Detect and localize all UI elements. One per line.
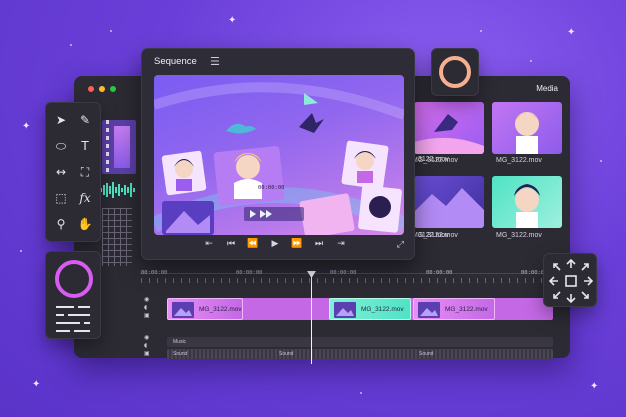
sparkle-dot xyxy=(360,392,362,394)
maximize-dot[interactable] xyxy=(110,86,116,92)
sparkle-dot xyxy=(70,44,72,46)
clip-label: MG_3122.mov xyxy=(199,306,242,313)
film-strip xyxy=(102,120,136,174)
sparkle-icon: ✦ xyxy=(228,15,237,26)
close-dot[interactable] xyxy=(88,86,94,92)
playback-controls: ⇤ ⏮ ⏪ ▶ ⏩ ⏭ ⇥ xyxy=(202,239,348,249)
image-icon xyxy=(334,302,356,318)
viewer-timecode: 00:00:00 xyxy=(258,185,285,191)
hand-icon[interactable]: ✋ xyxy=(76,215,94,233)
lock-icon[interactable]: ▣ xyxy=(144,312,150,320)
eye-icon[interactable]: ◉ xyxy=(144,334,150,342)
play-icon[interactable]: ▶ xyxy=(268,239,282,249)
timecode: 00:00:00 xyxy=(426,270,453,276)
music-track[interactable]: Music xyxy=(167,337,553,347)
select-icon[interactable]: ➤ xyxy=(52,111,70,129)
grid-decoration xyxy=(102,208,132,266)
crop-icon[interactable]: ⛶ xyxy=(76,163,94,181)
media-panel-title: Media xyxy=(536,84,558,93)
skip-back-icon[interactable]: ⏮ xyxy=(224,239,238,249)
record-panel xyxy=(431,48,479,96)
text-icon[interactable]: T xyxy=(76,137,94,155)
sparkle-icon: ✦ xyxy=(567,27,576,38)
media-thumb-3[interactable] xyxy=(414,176,484,228)
media-thumb-4[interactable] xyxy=(492,176,562,228)
timeline-clip-2[interactable]: MG_3122.mov xyxy=(329,298,411,320)
media-grid: MG_3122.mov MG_3122.mov MG_3122.mov MG_3… xyxy=(412,102,562,252)
record-ring-icon[interactable] xyxy=(439,56,471,88)
image-icon xyxy=(418,302,440,318)
pen-icon[interactable]: ✎ xyxy=(76,111,94,129)
waveform-icon xyxy=(100,182,135,198)
trim-right-icon[interactable]: ⇥ xyxy=(334,239,348,249)
pin-icon[interactable]: ⚲ xyxy=(52,215,70,233)
timeline-ruler[interactable] xyxy=(141,278,553,283)
sparkle-dot xyxy=(530,60,532,62)
sequence-window: Sequence ☰ 00:00:00 ⇤ ⏮ ⏪ ▶ ⏩ ⏭ ⇥ ⤢ xyxy=(141,48,415,260)
resize-icon[interactable]: ↔ xyxy=(52,163,70,181)
media-label-partial: 3122.mov xyxy=(418,232,449,239)
rewind-icon[interactable]: ⏪ xyxy=(246,239,260,249)
color-panel xyxy=(45,251,101,339)
transform-panel xyxy=(543,253,597,307)
fast-forward-icon[interactable]: ⏩ xyxy=(290,239,304,249)
timeline-clip-1[interactable]: MG_3122.mov xyxy=(167,298,243,320)
eye-icon[interactable]: ◉ xyxy=(144,296,150,304)
expand-icon[interactable]: ⤢ xyxy=(397,240,404,250)
trim-left-icon[interactable]: ⇤ xyxy=(202,239,216,249)
playhead[interactable] xyxy=(311,276,312,364)
media-label-partial: 3122.mov xyxy=(418,156,449,163)
timeline-clip-3[interactable]: MG_3122.mov xyxy=(413,298,495,320)
sound-track[interactable]: Sound Sound Sound xyxy=(167,349,553,359)
media-label-2: MG_3122.mov xyxy=(496,157,542,164)
transform-icon[interactable] xyxy=(544,254,598,308)
sparkle-dot xyxy=(600,160,602,162)
sparkle-dot xyxy=(110,30,112,32)
sound-label: Sound xyxy=(419,351,434,357)
audio-icon[interactable]: ◖ xyxy=(144,342,150,350)
clip-label: MG_3122.mov xyxy=(445,306,488,313)
sliders-icon[interactable] xyxy=(56,304,92,334)
sparkle-dot xyxy=(480,30,482,32)
timecode: 00:00:00 xyxy=(330,270,357,276)
music-label: Music xyxy=(173,339,187,345)
media-thumb-2[interactable] xyxy=(492,102,562,154)
window-controls xyxy=(88,86,116,92)
tools-panel: ➤ ✎ ⬭ T ↔ ⛶ ⬚ fx ⚲ ✋ xyxy=(45,102,101,242)
track-controls: ◉ ◖ ▣ xyxy=(144,296,150,320)
sparkle-dot xyxy=(20,250,22,252)
function-icon[interactable]: fx xyxy=(76,189,94,207)
ring-icon[interactable] xyxy=(55,260,93,298)
timecode: 00:00:00 xyxy=(141,270,168,276)
sparkle-icon: ✦ xyxy=(32,379,41,390)
marquee-icon[interactable]: ⬚ xyxy=(52,189,70,207)
timecode: 00:00:00 xyxy=(236,270,263,276)
clip-label: MG_3122.mov xyxy=(361,306,404,313)
hamburger-icon[interactable]: ☰ xyxy=(210,55,220,68)
sound-label: Sound xyxy=(173,351,188,357)
minimize-dot[interactable] xyxy=(99,86,105,92)
video-viewer[interactable]: 00:00:00 xyxy=(154,75,404,235)
sparkle-icon: ✦ xyxy=(590,381,599,392)
audio-track-controls: ◉ ◖ ▣ xyxy=(144,334,150,358)
lock-icon[interactable]: ▣ xyxy=(144,350,150,358)
skip-forward-icon[interactable]: ⏭ xyxy=(312,239,326,249)
ellipse-icon[interactable]: ⬭ xyxy=(52,137,70,155)
sequence-title: Sequence xyxy=(154,56,197,67)
sparkle-icon: ✦ xyxy=(22,121,31,132)
media-label-4: MG_3122.mov xyxy=(496,232,542,239)
media-thumb-1[interactable] xyxy=(414,102,484,154)
sound-label: Sound xyxy=(279,351,294,357)
image-icon xyxy=(172,302,194,318)
audio-icon[interactable]: ◖ xyxy=(144,304,150,312)
viewer-illustration xyxy=(154,82,404,235)
